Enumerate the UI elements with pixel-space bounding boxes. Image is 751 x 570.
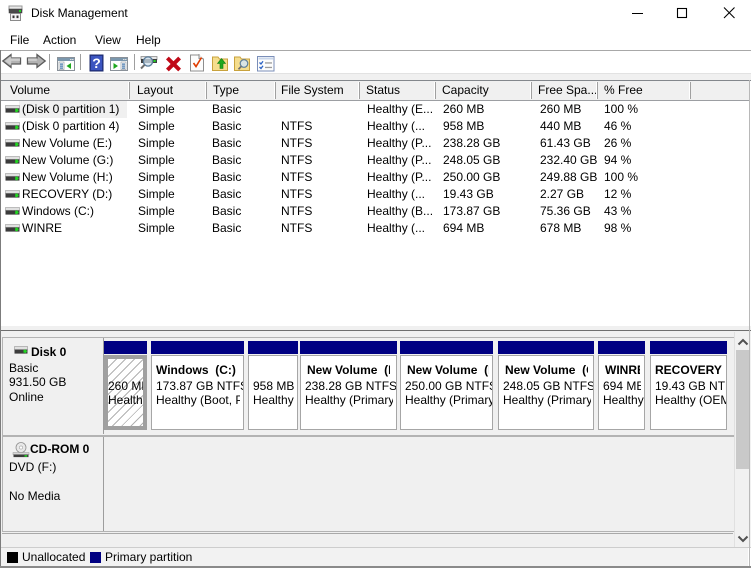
svg-text:?: ?	[92, 55, 101, 71]
